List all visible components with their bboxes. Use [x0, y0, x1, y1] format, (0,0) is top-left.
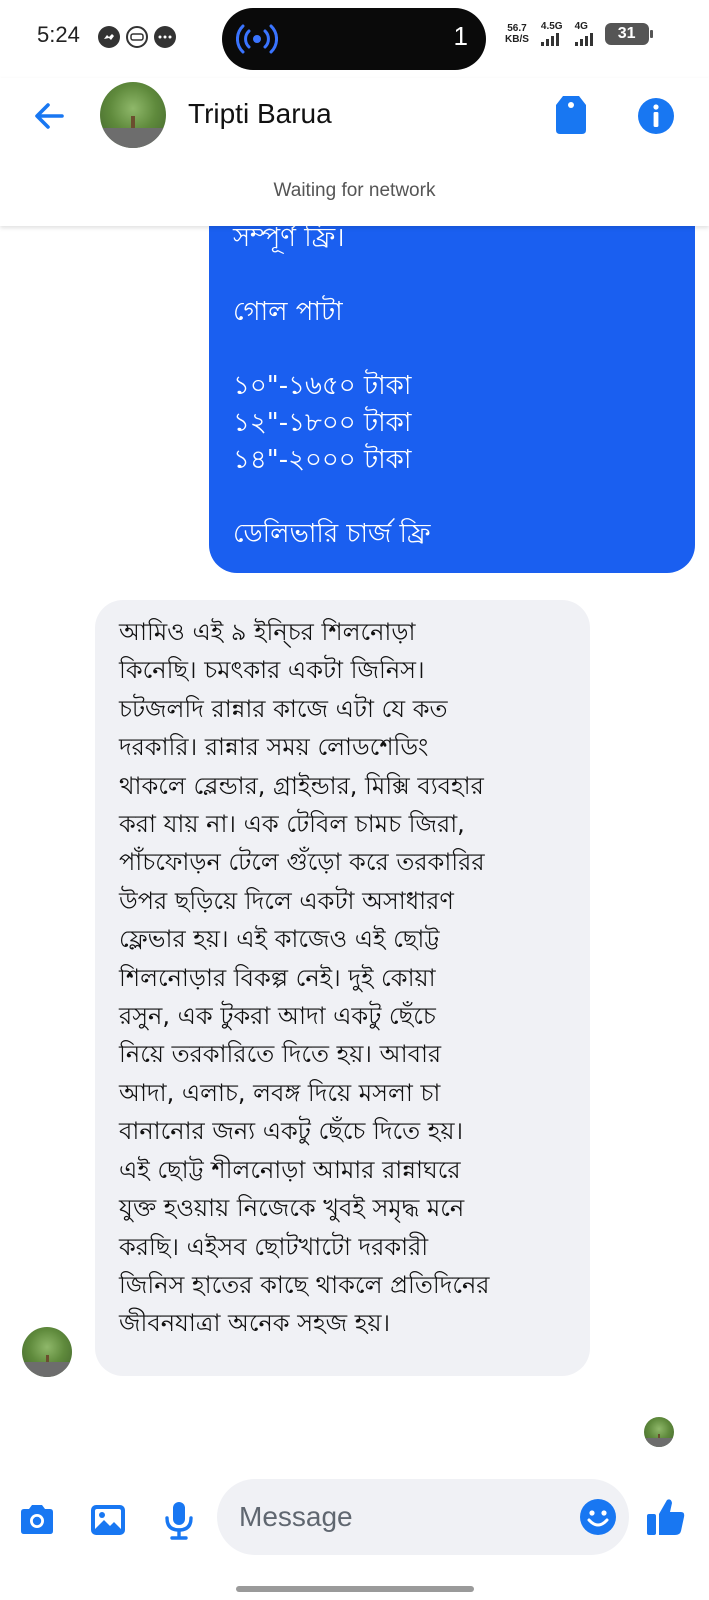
seen-receipt-avatar — [644, 1417, 674, 1447]
message-line: কিনেছি। চমৎকার একটা জিনিস। — [119, 656, 425, 685]
message-line: শিলনোড়ার বিকল্প নেই। দুই কোয়া — [119, 963, 436, 992]
island-count: 1 — [453, 21, 468, 51]
composer-bar — [0, 1475, 709, 1565]
message-line: যুক্ত হওয়ায় নিজেকে খুবই সমৃদ্ধ মনে — [119, 1194, 465, 1223]
network-speed-unit: KB/S — [505, 34, 529, 45]
like-button[interactable] — [644, 1495, 688, 1539]
tag-button[interactable] — [552, 94, 590, 136]
tag-icon — [556, 96, 586, 134]
arrow-left-icon — [35, 103, 64, 129]
microphone-icon — [165, 1502, 193, 1540]
more-notifications-icon — [154, 26, 176, 48]
message-line: চটজলদি রান্নার কাজে এটা যে কত — [119, 694, 448, 723]
message-line: জীবনযাত্রা অনেক সহজ হয়। — [119, 1309, 391, 1338]
message-line: ১০"-১৬৫০ টাকা — [233, 371, 412, 401]
gallery-button[interactable] — [87, 1499, 129, 1541]
sms-notification-icon — [126, 26, 148, 48]
notification-icons — [98, 26, 176, 48]
message-line: ডেলিভারি চার্জ ফ্রি — [233, 519, 431, 549]
status-right: 56.7 KB/S 4.5G 4G 31 — [505, 21, 653, 46]
sender-avatar[interactable] — [22, 1327, 72, 1377]
message-line: ১২"-১৮০০ টাকা — [233, 408, 412, 438]
message-line: করা যায় না। এক টেবিল চামচ জিরা, — [119, 810, 465, 839]
emoji-icon — [580, 1499, 616, 1535]
voice-button[interactable] — [158, 1499, 200, 1541]
message-line: ১৪"-২০০০ টাকা — [233, 445, 412, 475]
emoji-button[interactable] — [578, 1497, 618, 1537]
outgoing-message[interactable]: সম্পূর্ণ ফ্রি। গোল পাটা ১০"-১৬৫০ টাকা ১২… — [209, 180, 695, 573]
network-status: Waiting for network — [273, 180, 436, 201]
signal-sim2: 4G — [574, 21, 593, 46]
message-line: গোল পাটা — [233, 297, 343, 327]
signal-bars-icon — [574, 32, 593, 46]
thumbs-up-icon — [647, 1499, 685, 1535]
home-indicator[interactable] — [236, 1586, 474, 1592]
contact-name[interactable]: Tripti Barua — [188, 98, 332, 130]
message-line: জিনিস হাতের কাছে থাকলে প্রতিদিনের — [119, 1270, 490, 1299]
message-line: পাঁচফোড়ন টেলে গুঁড়ো করে তরকারির — [119, 848, 485, 877]
signal-sim1: 4.5G — [540, 21, 563, 46]
chat-header: Tripti Barua Waiting for network — [0, 78, 709, 226]
message-line: এই ছোট্ট শীলনোড়া আমার রান্নাঘরে — [119, 1155, 461, 1184]
back-button[interactable] — [30, 96, 70, 136]
message-input[interactable] — [217, 1479, 629, 1555]
battery-icon: 31 — [604, 23, 653, 45]
camera-button[interactable] — [16, 1499, 58, 1541]
network-speed-value: 56.7 — [507, 23, 527, 34]
incoming-message[interactable]: আমিও এই ৯ ইন্চির শিলনোড়া কিনেছি। চমৎকার … — [95, 600, 590, 1376]
message-line: বানানোর জন্য একটু ছেঁচে দিতে হয়। — [119, 1117, 464, 1146]
message-line: নিয়ে তরকারিতে দিতে হয়। আবার — [119, 1040, 442, 1069]
network-speed: 56.7 KB/S — [505, 23, 529, 45]
message-line: আদা, এলাচ, লবঙ্গ দিয়ে মসলা চা — [119, 1078, 441, 1107]
message-line: দরকারি। রান্নার সময় লোডশেডিং — [119, 733, 429, 762]
info-icon — [638, 98, 674, 134]
signal-sim2-label: 4G — [574, 21, 588, 32]
message-line: রসুন, এক টুকরা আদা একটু ছেঁচে — [119, 1002, 436, 1031]
status-bar: 5:24 1 56.7 KB/S 4.5G 4G 31 — [0, 0, 709, 78]
message-line: ফ্লেভার হয়। এই কাজেও এই ছোট্ট — [119, 925, 440, 954]
signal-sim1-label: 4.5G — [540, 21, 563, 32]
camera-icon — [21, 1505, 53, 1534]
signal-bars-icon — [540, 32, 559, 46]
message-line: আমিও এই ৯ ইন্চির শিলনোড়া — [119, 618, 416, 646]
messenger-notification-icon — [98, 26, 120, 48]
message-line: উপর ছড়িয়ে দিলে একটা অসাধারণ — [119, 886, 454, 915]
message-line: করছি। এইসব ছোটখাটো দরকারী — [119, 1232, 429, 1261]
contact-avatar[interactable] — [100, 82, 166, 148]
message-line: থাকলে ব্লেন্ডার, গ্রাইন্ডার, মিক্সি ব্যব… — [119, 771, 484, 800]
status-time: 5:24 — [37, 22, 80, 47]
dynamic-island: 1 — [222, 8, 486, 70]
info-button[interactable] — [636, 96, 676, 136]
broadcast-icon — [234, 21, 280, 57]
image-icon — [91, 1505, 125, 1535]
